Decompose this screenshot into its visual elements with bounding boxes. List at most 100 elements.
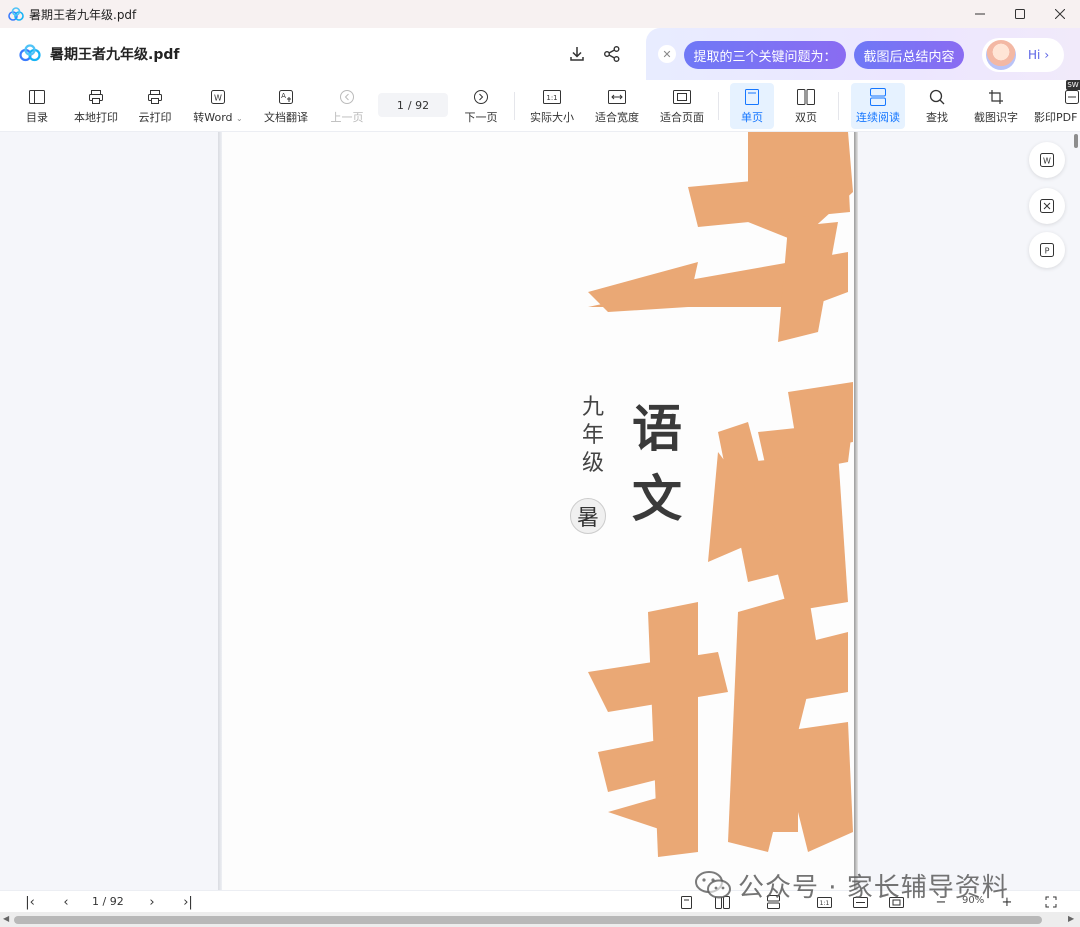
prev-page-button[interactable]: 上一页 — [326, 80, 368, 132]
minimize-button[interactable] — [960, 0, 1000, 28]
vertical-scrollbar[interactable] — [1072, 132, 1080, 890]
window-controls — [960, 0, 1080, 28]
first-page-icon: |‹ — [25, 894, 35, 910]
local-print-label: 本地打印 — [74, 111, 118, 124]
toolbar-divider — [514, 92, 515, 120]
ai-assistant-button[interactable]: Hi › — [982, 38, 1064, 72]
close-window-button[interactable] — [1040, 0, 1080, 28]
excel-icon — [1040, 199, 1054, 213]
svg-text:W: W — [1043, 157, 1051, 166]
total-pages-value: / 92 — [407, 98, 430, 112]
word-icon: W — [211, 90, 225, 104]
wechat-icon — [695, 871, 731, 899]
prev-page-label: 上一页 — [330, 111, 364, 124]
continuous-reading-label: 连续阅读 — [856, 111, 900, 124]
document-viewport[interactable]: 九年级 语文 暑 — [0, 132, 1072, 890]
word-icon: W — [1040, 153, 1054, 167]
translate-icon: A — [279, 90, 293, 104]
watermark-text: 公众号 · 家长辅导资料 — [738, 872, 1009, 903]
main-toolbar: 目录 本地打印 云打印 W 转Word ⌄ A 文档翻译 上一页 下一页 1:1… — [0, 80, 1080, 172]
scan-pdf-label: 影印PDF — [1034, 111, 1078, 124]
watermark: 公众号 · 家长辅导资料 — [694, 868, 1009, 903]
toc-label: 目录 — [26, 111, 48, 124]
new-feature-badge: SW — [1066, 80, 1080, 90]
first-page-button[interactable]: |‹ — [19, 891, 41, 913]
last-page-button[interactable]: ›| — [177, 891, 199, 913]
single-page-button[interactable]: 单页 — [730, 83, 774, 129]
next-page-bottom-button[interactable]: › — [141, 891, 163, 913]
chevron-left-circle-icon — [340, 90, 354, 104]
last-page-icon: ›| — [183, 894, 193, 910]
fullscreen-icon — [1045, 896, 1057, 908]
continuous-reading-button[interactable]: 连续阅读 — [851, 83, 905, 129]
bottom-page-indicator[interactable]: 1 / 92 — [92, 895, 124, 908]
actual-size-icon: 1:1 — [543, 90, 561, 104]
double-page-icon — [797, 89, 815, 105]
actual-size-label: 实际大小 — [530, 111, 574, 124]
crop-icon — [989, 90, 1003, 104]
local-print-button[interactable]: 本地打印 — [70, 80, 122, 132]
current-page-value: 1 — [396, 98, 404, 112]
toolbar-divider — [718, 92, 719, 120]
chevron-right-circle-icon — [474, 90, 488, 104]
translate-button[interactable]: A 文档翻译 — [260, 80, 312, 132]
sidebar-icon — [29, 90, 45, 104]
next-page-button[interactable]: 下一页 — [460, 80, 502, 132]
download-button[interactable] — [565, 42, 589, 66]
svg-text:P: P — [1045, 247, 1050, 256]
single-page-icon — [680, 895, 692, 909]
page-spine — [218, 132, 222, 890]
app-logo-icon — [8, 7, 24, 21]
actual-size-button[interactable]: 1:1 实际大小 — [526, 80, 578, 132]
cover-subject: 语文 — [632, 399, 682, 528]
bottom-current-page: 1 — [92, 895, 99, 908]
ai-suggestion-chip[interactable]: 截图后总结内容 — [854, 41, 964, 69]
ocr-label: 截图识字 — [974, 111, 1018, 124]
next-page-label: 下一页 — [464, 111, 498, 124]
single-page-icon — [745, 89, 759, 105]
scrollbar-thumb[interactable] — [1074, 134, 1078, 148]
ai-suggestion-chip[interactable]: 提取的三个关键问题为： — [684, 41, 846, 69]
horizontal-scrollbar[interactable]: ◀ ▶ — [0, 912, 1080, 927]
scroll-left-icon[interactable]: ◀ — [3, 914, 9, 923]
page-number-input[interactable]: 1 / 92 — [378, 93, 448, 117]
fit-page-button[interactable]: 适合页面 — [656, 80, 708, 132]
fullscreen-button[interactable] — [1040, 891, 1062, 913]
printer-icon — [89, 90, 103, 104]
fit-width-icon — [608, 90, 626, 104]
find-button[interactable]: 查找 — [918, 80, 956, 132]
maximize-button[interactable] — [1000, 0, 1040, 28]
fit-width-button[interactable]: 适合宽度 — [591, 80, 643, 132]
bottom-total-pages: / 92 — [102, 895, 124, 908]
toc-button[interactable]: 目录 — [18, 80, 56, 132]
prev-page-bottom-button[interactable]: ‹ — [55, 891, 77, 913]
cloud-printer-icon — [148, 90, 162, 104]
scan-pdf-icon — [1065, 90, 1079, 104]
ai-panel-close-button[interactable]: ✕ — [658, 45, 676, 63]
cover-seal: 暑 — [570, 498, 606, 534]
scrollbar-thumb[interactable] — [14, 916, 1042, 924]
chevron-right-icon: › — [1044, 48, 1050, 62]
ocr-button[interactable]: 截图识字 — [970, 80, 1022, 132]
fit-page-icon — [673, 90, 691, 104]
single-page-label: 单页 — [741, 111, 763, 124]
scroll-right-icon[interactable]: ▶ — [1068, 914, 1074, 923]
fit-page-label: 适合页面 — [660, 111, 704, 124]
minimize-icon — [975, 13, 985, 15]
share-button[interactable] — [600, 42, 624, 66]
float-to-ppt-button[interactable]: P — [1029, 232, 1065, 268]
search-icon — [929, 89, 945, 105]
assistant-avatar — [986, 40, 1016, 70]
double-page-button[interactable]: 双页 — [786, 80, 826, 132]
double-page-label: 双页 — [795, 111, 817, 124]
find-label: 查找 — [926, 111, 948, 124]
download-icon — [570, 47, 584, 61]
to-word-button[interactable]: W 转Word ⌄ — [188, 80, 248, 132]
chevron-left-icon: ‹ — [63, 894, 69, 910]
float-to-excel-button[interactable] — [1029, 188, 1065, 224]
cloud-print-button[interactable]: 云打印 — [135, 80, 175, 132]
svg-text:1:1: 1:1 — [546, 94, 557, 102]
float-to-word-button[interactable]: W — [1029, 142, 1065, 178]
window-title: 暑期王者九年级.pdf — [29, 7, 137, 22]
ai-greeting: Hi — [1028, 48, 1041, 62]
